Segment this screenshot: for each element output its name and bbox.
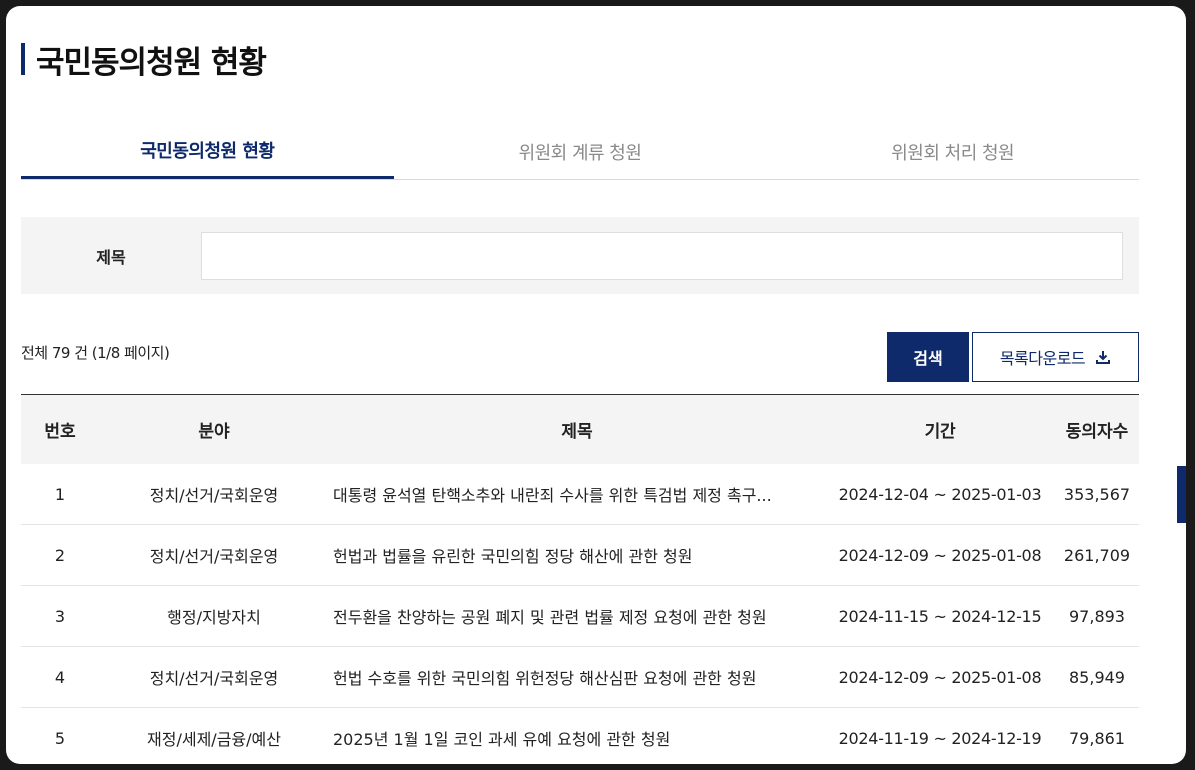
cell-period: 2024-12-09 ~ 2025-01-08 — [838, 667, 1042, 687]
header-field: 분야 — [198, 422, 230, 442]
table-row[interactable]: 4 정치/선거/국회운영 헌법 수호를 위한 국민의힘 위헌정당 해산심판 요청… — [21, 647, 1139, 708]
cell-title-link[interactable]: 헌법 수호를 위한 국민의힘 위헌정당 해산심판 요청에 관한 청원 — [329, 665, 825, 689]
cell-no: 3 — [54, 606, 66, 626]
cell-count: 79,861 — [1069, 728, 1125, 748]
header-period: 기간 — [924, 422, 956, 442]
cell-period: 2024-12-04 ~ 2025-01-03 — [838, 484, 1042, 504]
cell-title-link[interactable]: 헌법과 법률을 유린한 국민의힘 정당 해산에 관한 청원 — [329, 543, 825, 567]
table-row[interactable]: 2 정치/선거/국회운영 헌법과 법률을 유린한 국민의힘 정당 해산에 관한 … — [21, 525, 1139, 586]
header-title: 제목 — [561, 422, 593, 442]
cell-field: 정치/선거/국회운영 — [149, 669, 279, 688]
cell-no: 1 — [54, 484, 66, 504]
search-button[interactable]: 검색 — [887, 332, 969, 382]
cell-no: 4 — [54, 667, 66, 687]
cell-title-link[interactable]: 전두환을 찬양하는 공원 폐지 및 관련 법률 제정 요청에 관한 청원 — [329, 604, 825, 628]
title-accent-bar — [21, 43, 25, 75]
cell-title-link[interactable]: 2025년 1월 1일 코인 과세 유예 요청에 관한 청원 — [329, 726, 825, 750]
tab-bar: 국민동의청원 현황 위원회 계류 청원 위원회 처리 청원 — [21, 124, 1139, 180]
download-list-button[interactable]: 목록다운로드 — [972, 332, 1139, 382]
cell-period: 2024-12-09 ~ 2025-01-08 — [838, 545, 1042, 565]
cell-field: 행정/지방자치 — [167, 608, 261, 627]
search-panel: 제목 — [21, 217, 1139, 294]
header-count: 동의자수 — [1065, 422, 1129, 442]
table-row[interactable]: 1 정치/선거/국회운영 대통령 윤석열 탄핵소추와 내란죄 수사를 위한 특검… — [21, 464, 1139, 525]
page-frame: 국민동의청원 현황 국민동의청원 현황 위원회 계류 청원 위원회 처리 청원 … — [6, 6, 1186, 764]
scrollbar-thumb[interactable] — [1177, 466, 1186, 523]
cell-no: 2 — [54, 545, 66, 565]
header-no: 번호 — [44, 422, 76, 442]
cell-count: 85,949 — [1069, 667, 1125, 687]
cell-field: 정치/선거/국회운영 — [149, 547, 279, 566]
table-header-row: 번호 분야 제목 기간 동의자수 — [21, 395, 1139, 464]
cell-period: 2024-11-19 ~ 2024-12-19 — [838, 728, 1042, 748]
cell-count: 97,893 — [1069, 606, 1125, 626]
tab-petition-status[interactable]: 국민동의청원 현황 — [21, 124, 394, 179]
search-label: 제목 — [96, 247, 126, 267]
download-button-label: 목록다운로드 — [999, 349, 1086, 368]
cell-field: 재정/세제/금융/예산 — [147, 730, 281, 749]
result-count: 전체 79 건 (1/8 페이지) — [21, 344, 170, 362]
cell-count: 261,709 — [1063, 545, 1131, 565]
page-title: 국민동의청원 현황 — [21, 42, 267, 81]
title-search-input[interactable] — [201, 231, 1123, 280]
tab-committee-processed[interactable]: 위원회 처리 청원 — [766, 124, 1139, 179]
petition-table: 번호 분야 제목 기간 동의자수 1 정치/선거/국회운영 대통령 윤석열 탄핵… — [21, 394, 1139, 764]
tab-committee-pending[interactable]: 위원회 계류 청원 — [394, 124, 767, 179]
cell-count: 353,567 — [1063, 484, 1131, 504]
page-title-text: 국민동의청원 현황 — [36, 44, 267, 81]
cell-field: 정치/선거/국회운영 — [149, 486, 279, 505]
download-icon — [1096, 351, 1111, 364]
table-row[interactable]: 5 재정/세제/금융/예산 2025년 1월 1일 코인 과세 유예 요청에 관… — [21, 708, 1139, 764]
cell-no: 5 — [54, 728, 66, 748]
table-row[interactable]: 3 행정/지방자치 전두환을 찬양하는 공원 폐지 및 관련 법률 제정 요청에… — [21, 586, 1139, 647]
cell-title-link[interactable]: 대통령 윤석열 탄핵소추와 내란죄 수사를 위한 특검법 제정 촉구... — [329, 482, 825, 506]
cell-period: 2024-11-15 ~ 2024-12-15 — [838, 606, 1042, 626]
